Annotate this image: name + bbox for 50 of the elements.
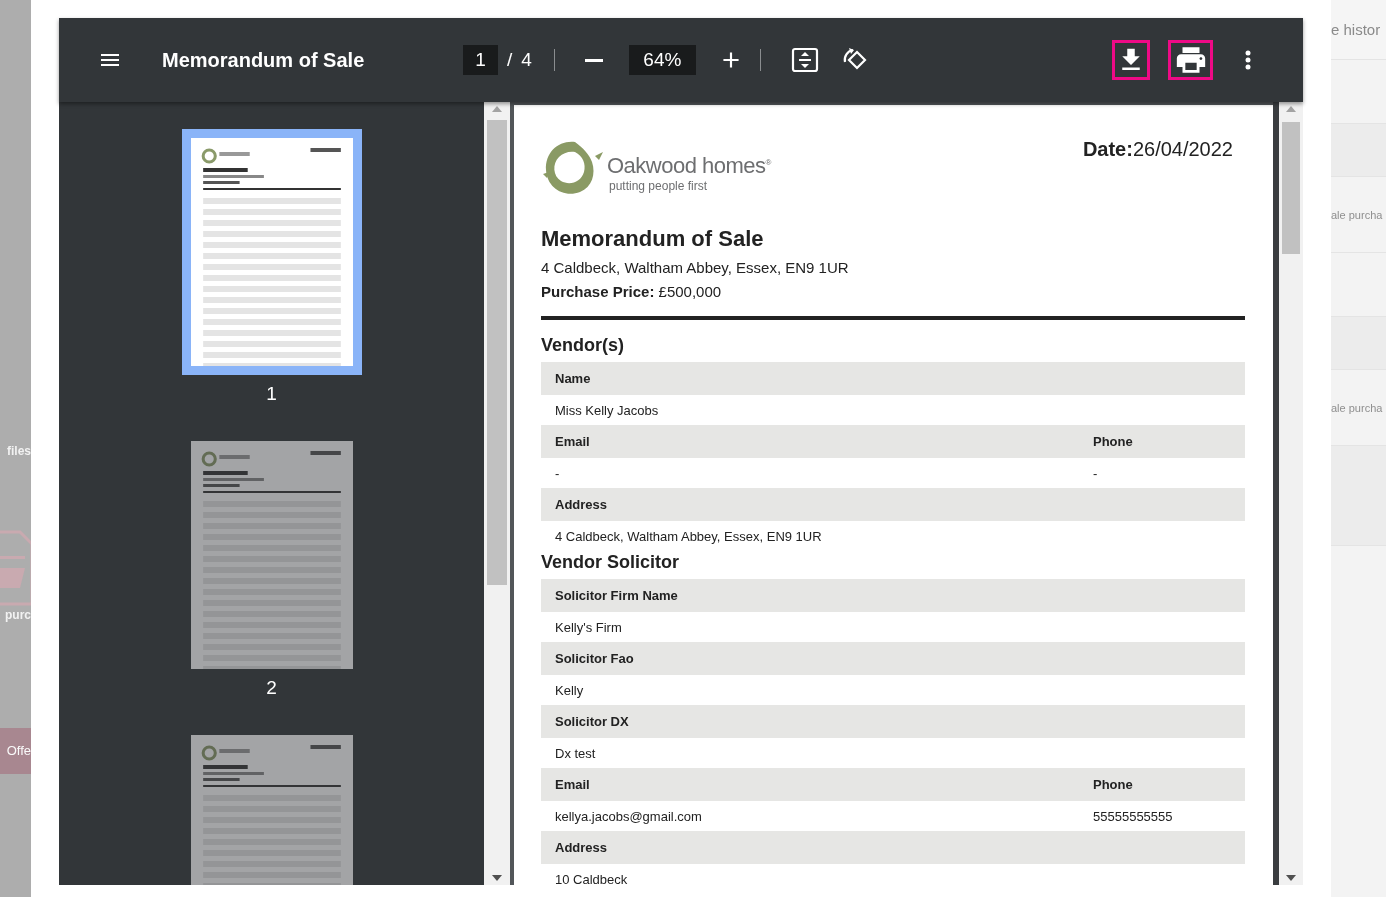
field-label: Name [555, 371, 592, 386]
field-label: Email [555, 434, 591, 449]
field-label: Solicitor DX [555, 714, 630, 729]
field-value: Kelly's Firm [555, 619, 623, 635]
section-heading: Vendor(s) [541, 334, 625, 357]
brand-tagline: putting people first [609, 179, 709, 193]
field-value: Dx test [555, 745, 597, 761]
fit-page-icon [790, 47, 819, 73]
page-number-label: 1 [266, 383, 277, 405]
field-label: Email [555, 777, 591, 792]
page-number-label: 2 [266, 677, 277, 699]
field-value: - [555, 465, 561, 481]
field-value: Miss Kelly Jacobs [555, 402, 660, 418]
page-thumbnail[interactable] [182, 129, 362, 375]
document-scrollbar[interactable] [1279, 102, 1303, 885]
background-text: ale purcha [1331, 208, 1383, 221]
more-icon [1245, 50, 1251, 70]
background-text: ale purcha [1331, 401, 1383, 414]
sidebar-scrollbar[interactable] [484, 102, 510, 885]
file-icon [0, 528, 31, 608]
minus-icon [584, 58, 603, 62]
document-date: Date:26/04/2022 [1082, 138, 1233, 162]
download-button[interactable] [1112, 40, 1150, 80]
document-title: Memorandum of Sale [162, 48, 366, 72]
background-text: files [7, 444, 31, 458]
zoom-field[interactable]: 64% [628, 45, 696, 75]
page-number-field[interactable]: 1 [463, 45, 498, 75]
field-value: kellya.jacobs@gmail.com [555, 808, 703, 824]
field-label: Solicitor Fao [555, 651, 635, 666]
page-count: 4 [521, 49, 532, 71]
field-label: Address [555, 840, 609, 855]
background-text: e histor [1331, 21, 1381, 38]
section-heading: Vendor Solicitor [541, 551, 681, 574]
field-label: Address [555, 497, 609, 512]
page-separator: / [507, 49, 513, 71]
field-value: 55555555555 [1093, 808, 1174, 824]
brand-name: Oakwood homes$^{®}$ [607, 153, 771, 179]
background-text: purc [5, 608, 31, 622]
field-value: Kelly [555, 682, 585, 698]
field-value: 10 Caldbeck [555, 871, 629, 885]
page-thumbnail[interactable] [191, 441, 353, 669]
print-button[interactable] [1168, 40, 1213, 80]
field-label: Phone [1093, 434, 1134, 449]
field-value: - [1093, 465, 1099, 481]
field-label: Solicitor Firm Name [555, 588, 679, 603]
field-label: Phone [1093, 777, 1134, 792]
document-heading: Memorandum of Sale [541, 226, 765, 252]
purchase-price: Purchase Price: £500,000 [541, 283, 723, 300]
field-value: 4 Caldbeck, Waltham Abbey, Essex, EN9 1UR [555, 528, 823, 544]
property-address: 4 Caldbeck, Waltham Abbey, Essex, EN9 1UR [541, 259, 850, 276]
